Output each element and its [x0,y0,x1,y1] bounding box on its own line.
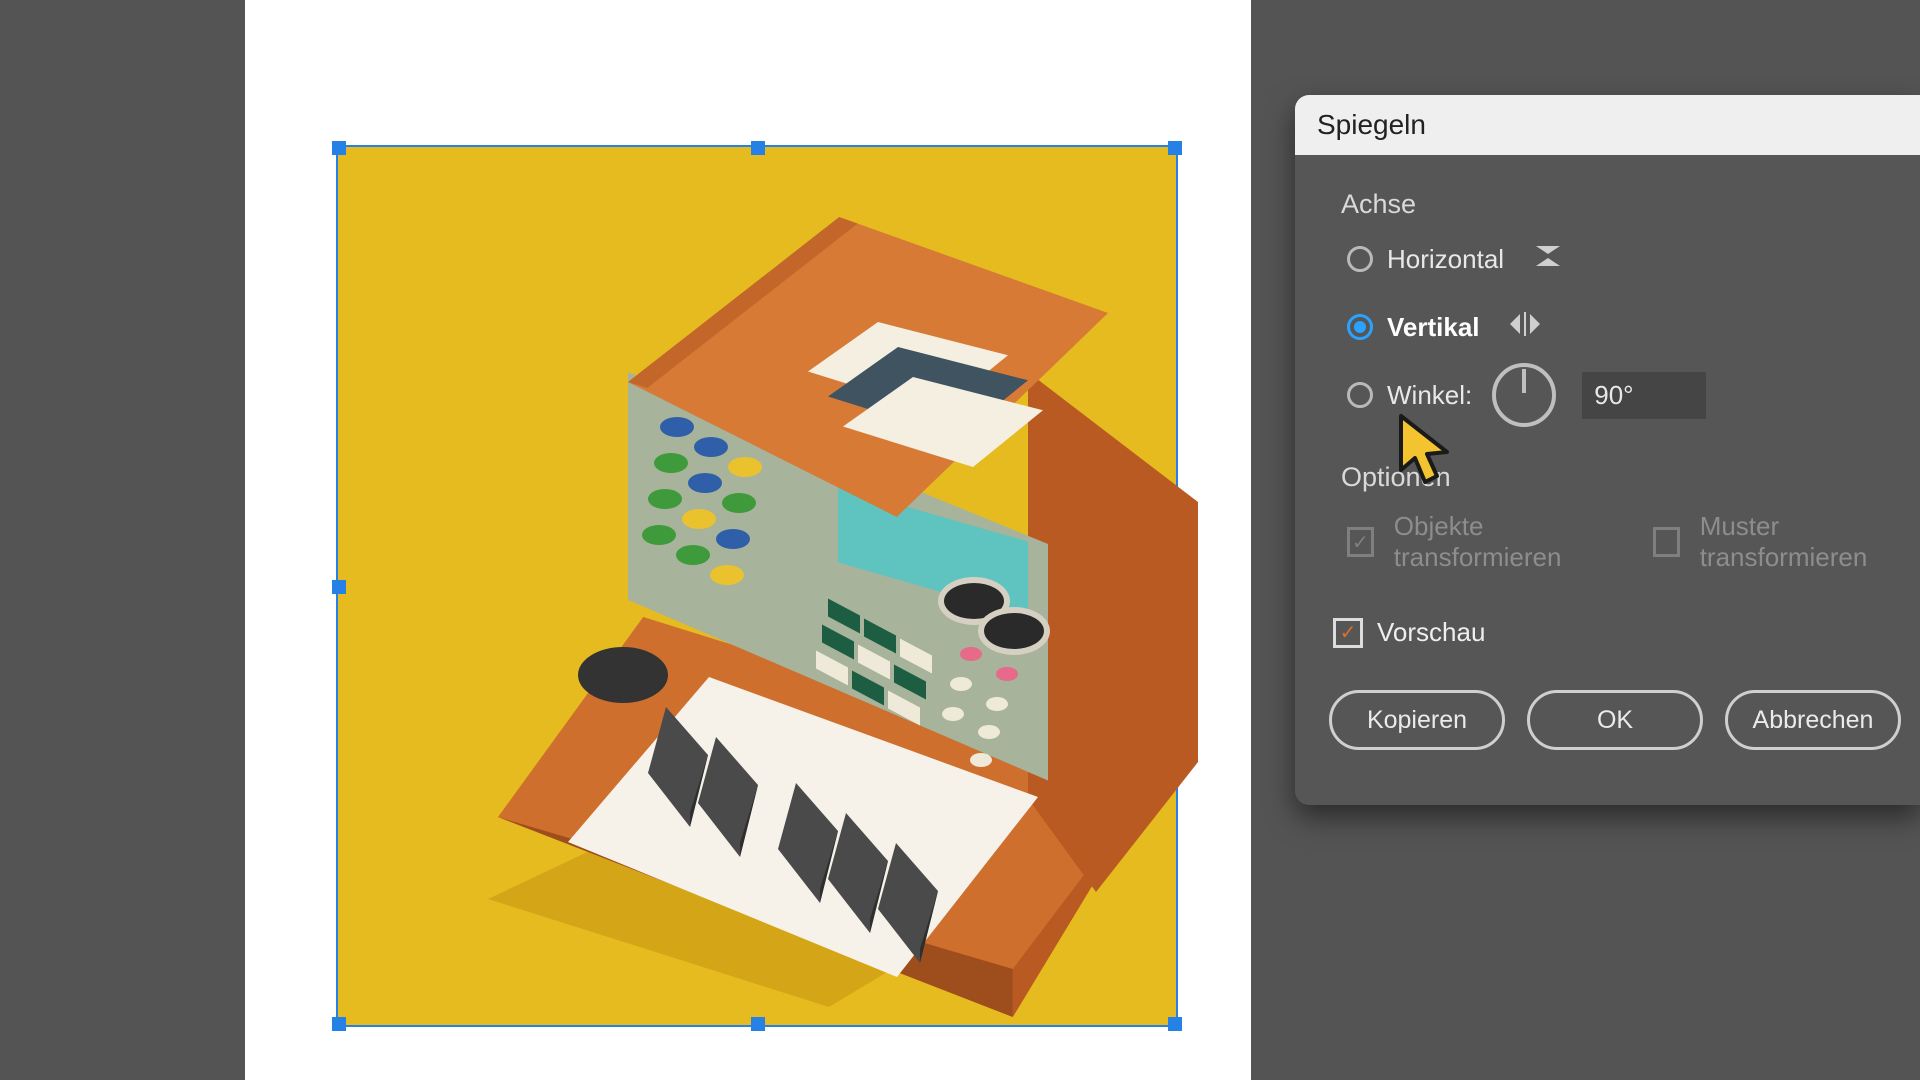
selected-artwork[interactable] [338,147,1176,1025]
selection-handle[interactable] [1168,1017,1182,1031]
angle-dial-icon[interactable] [1492,363,1556,427]
radio-horizontal-label: Horizontal [1387,244,1504,275]
dialog-title: Spiegeln [1295,95,1920,155]
axis-horizontal-row[interactable]: Horizontal [1347,238,1920,280]
selection-handle[interactable] [332,1017,346,1031]
preview-row[interactable]: Vorschau [1333,617,1920,648]
angle-input[interactable] [1582,372,1706,419]
reflect-dialog: Spiegeln Achse Horizontal Vertikal Winke… [1295,95,1920,805]
cancel-button[interactable]: Abbrechen [1725,690,1901,750]
checkbox-transform-patterns [1653,527,1680,557]
transform-objects-label: Objekte transformieren [1394,511,1623,573]
radio-angle-label: Winkel: [1387,380,1472,411]
preview-label: Vorschau [1377,617,1485,648]
ok-button[interactable]: OK [1527,690,1703,750]
radio-horizontal[interactable] [1347,246,1373,272]
vertical-reflect-icon [1508,310,1542,345]
options-section-label: Optionen [1341,462,1920,493]
horizontal-reflect-icon [1532,242,1564,277]
axis-vertical-row[interactable]: Vertikal [1347,306,1920,348]
synth-illustration [398,177,1118,997]
checkbox-transform-objects [1347,527,1374,557]
selection-handle[interactable] [1168,141,1182,155]
checkbox-preview[interactable] [1333,618,1363,648]
radio-vertical-label: Vertikal [1387,312,1480,343]
selection-handle[interactable] [332,580,346,594]
radio-vertical[interactable] [1347,314,1373,340]
transform-patterns-label: Muster transformieren [1700,511,1920,573]
options-row: Objekte transformieren Muster transformi… [1347,511,1920,573]
dialog-buttons: Kopieren OK Abbrechen [1329,690,1920,750]
axis-angle-row[interactable]: Winkel: [1347,374,1920,416]
selection-handle[interactable] [332,141,346,155]
selection-handle[interactable] [751,141,765,155]
copy-button[interactable]: Kopieren [1329,690,1505,750]
radio-angle[interactable] [1347,382,1373,408]
selection-handle[interactable] [751,1017,765,1031]
axis-section-label: Achse [1341,189,1920,220]
